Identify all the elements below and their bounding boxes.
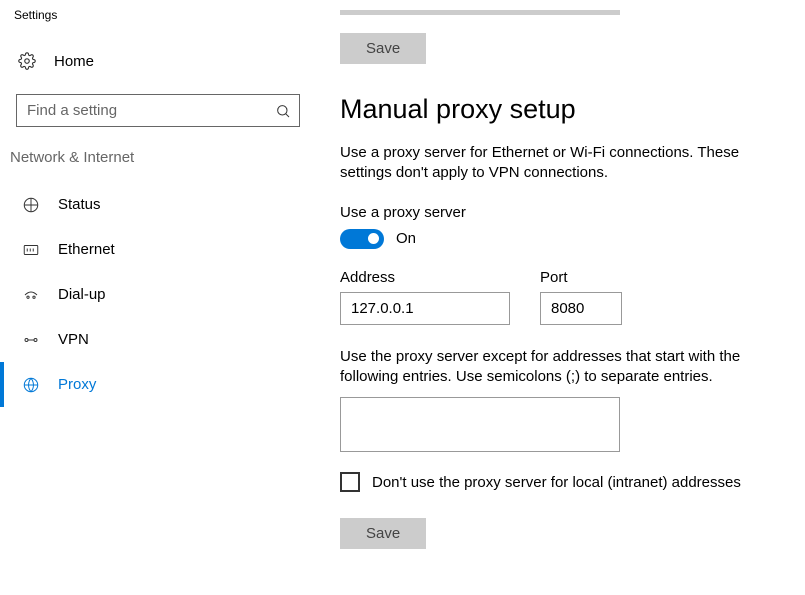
ethernet-icon (20, 241, 42, 259)
sidebar-item-label: Status (58, 196, 101, 213)
address-label: Address (340, 269, 510, 286)
gear-icon (16, 52, 38, 70)
port-input[interactable] (540, 292, 622, 325)
home-nav[interactable]: Home (0, 44, 310, 78)
dialup-icon (20, 286, 42, 304)
home-label: Home (54, 53, 94, 70)
exceptions-description: Use the proxy server except for addresse… (340, 347, 760, 388)
search-input[interactable]: Find a setting (16, 94, 300, 127)
save-button-top[interactable]: Save (340, 33, 426, 64)
page-heading: Manual proxy setup (340, 94, 805, 125)
window-title: Settings (0, 8, 310, 30)
sidebar-item-label: Proxy (58, 376, 96, 393)
local-addresses-checkbox[interactable] (340, 472, 360, 492)
save-button[interactable]: Save (340, 518, 426, 549)
port-label: Port (540, 269, 622, 286)
section-header: Network & Internet (0, 149, 310, 182)
use-proxy-label: Use a proxy server (340, 204, 805, 221)
local-addresses-label: Don't use the proxy server for local (in… (372, 474, 741, 491)
sidebar-item-ethernet[interactable]: Ethernet (0, 227, 310, 272)
sidebar-item-vpn[interactable]: VPN (0, 317, 310, 362)
script-address-input[interactable] (340, 10, 620, 15)
description: Use a proxy server for Ethernet or Wi-Fi… (340, 143, 770, 184)
globe-icon (20, 376, 42, 394)
sidebar-item-proxy[interactable]: Proxy (0, 362, 310, 407)
search-icon (275, 103, 291, 119)
toggle-state: On (396, 230, 416, 247)
sidebar-item-label: Dial-up (58, 286, 106, 303)
sidebar-item-label: VPN (58, 331, 89, 348)
search-placeholder: Find a setting (27, 102, 117, 119)
sidebar-item-label: Ethernet (58, 241, 115, 258)
exceptions-input[interactable] (340, 397, 620, 452)
use-proxy-toggle[interactable] (340, 229, 384, 249)
sidebar-item-dialup[interactable]: Dial-up (0, 272, 310, 317)
sidebar-item-status[interactable]: Status (0, 182, 310, 227)
vpn-icon (20, 331, 42, 349)
globe-grid-icon (20, 196, 42, 214)
address-input[interactable] (340, 292, 510, 325)
